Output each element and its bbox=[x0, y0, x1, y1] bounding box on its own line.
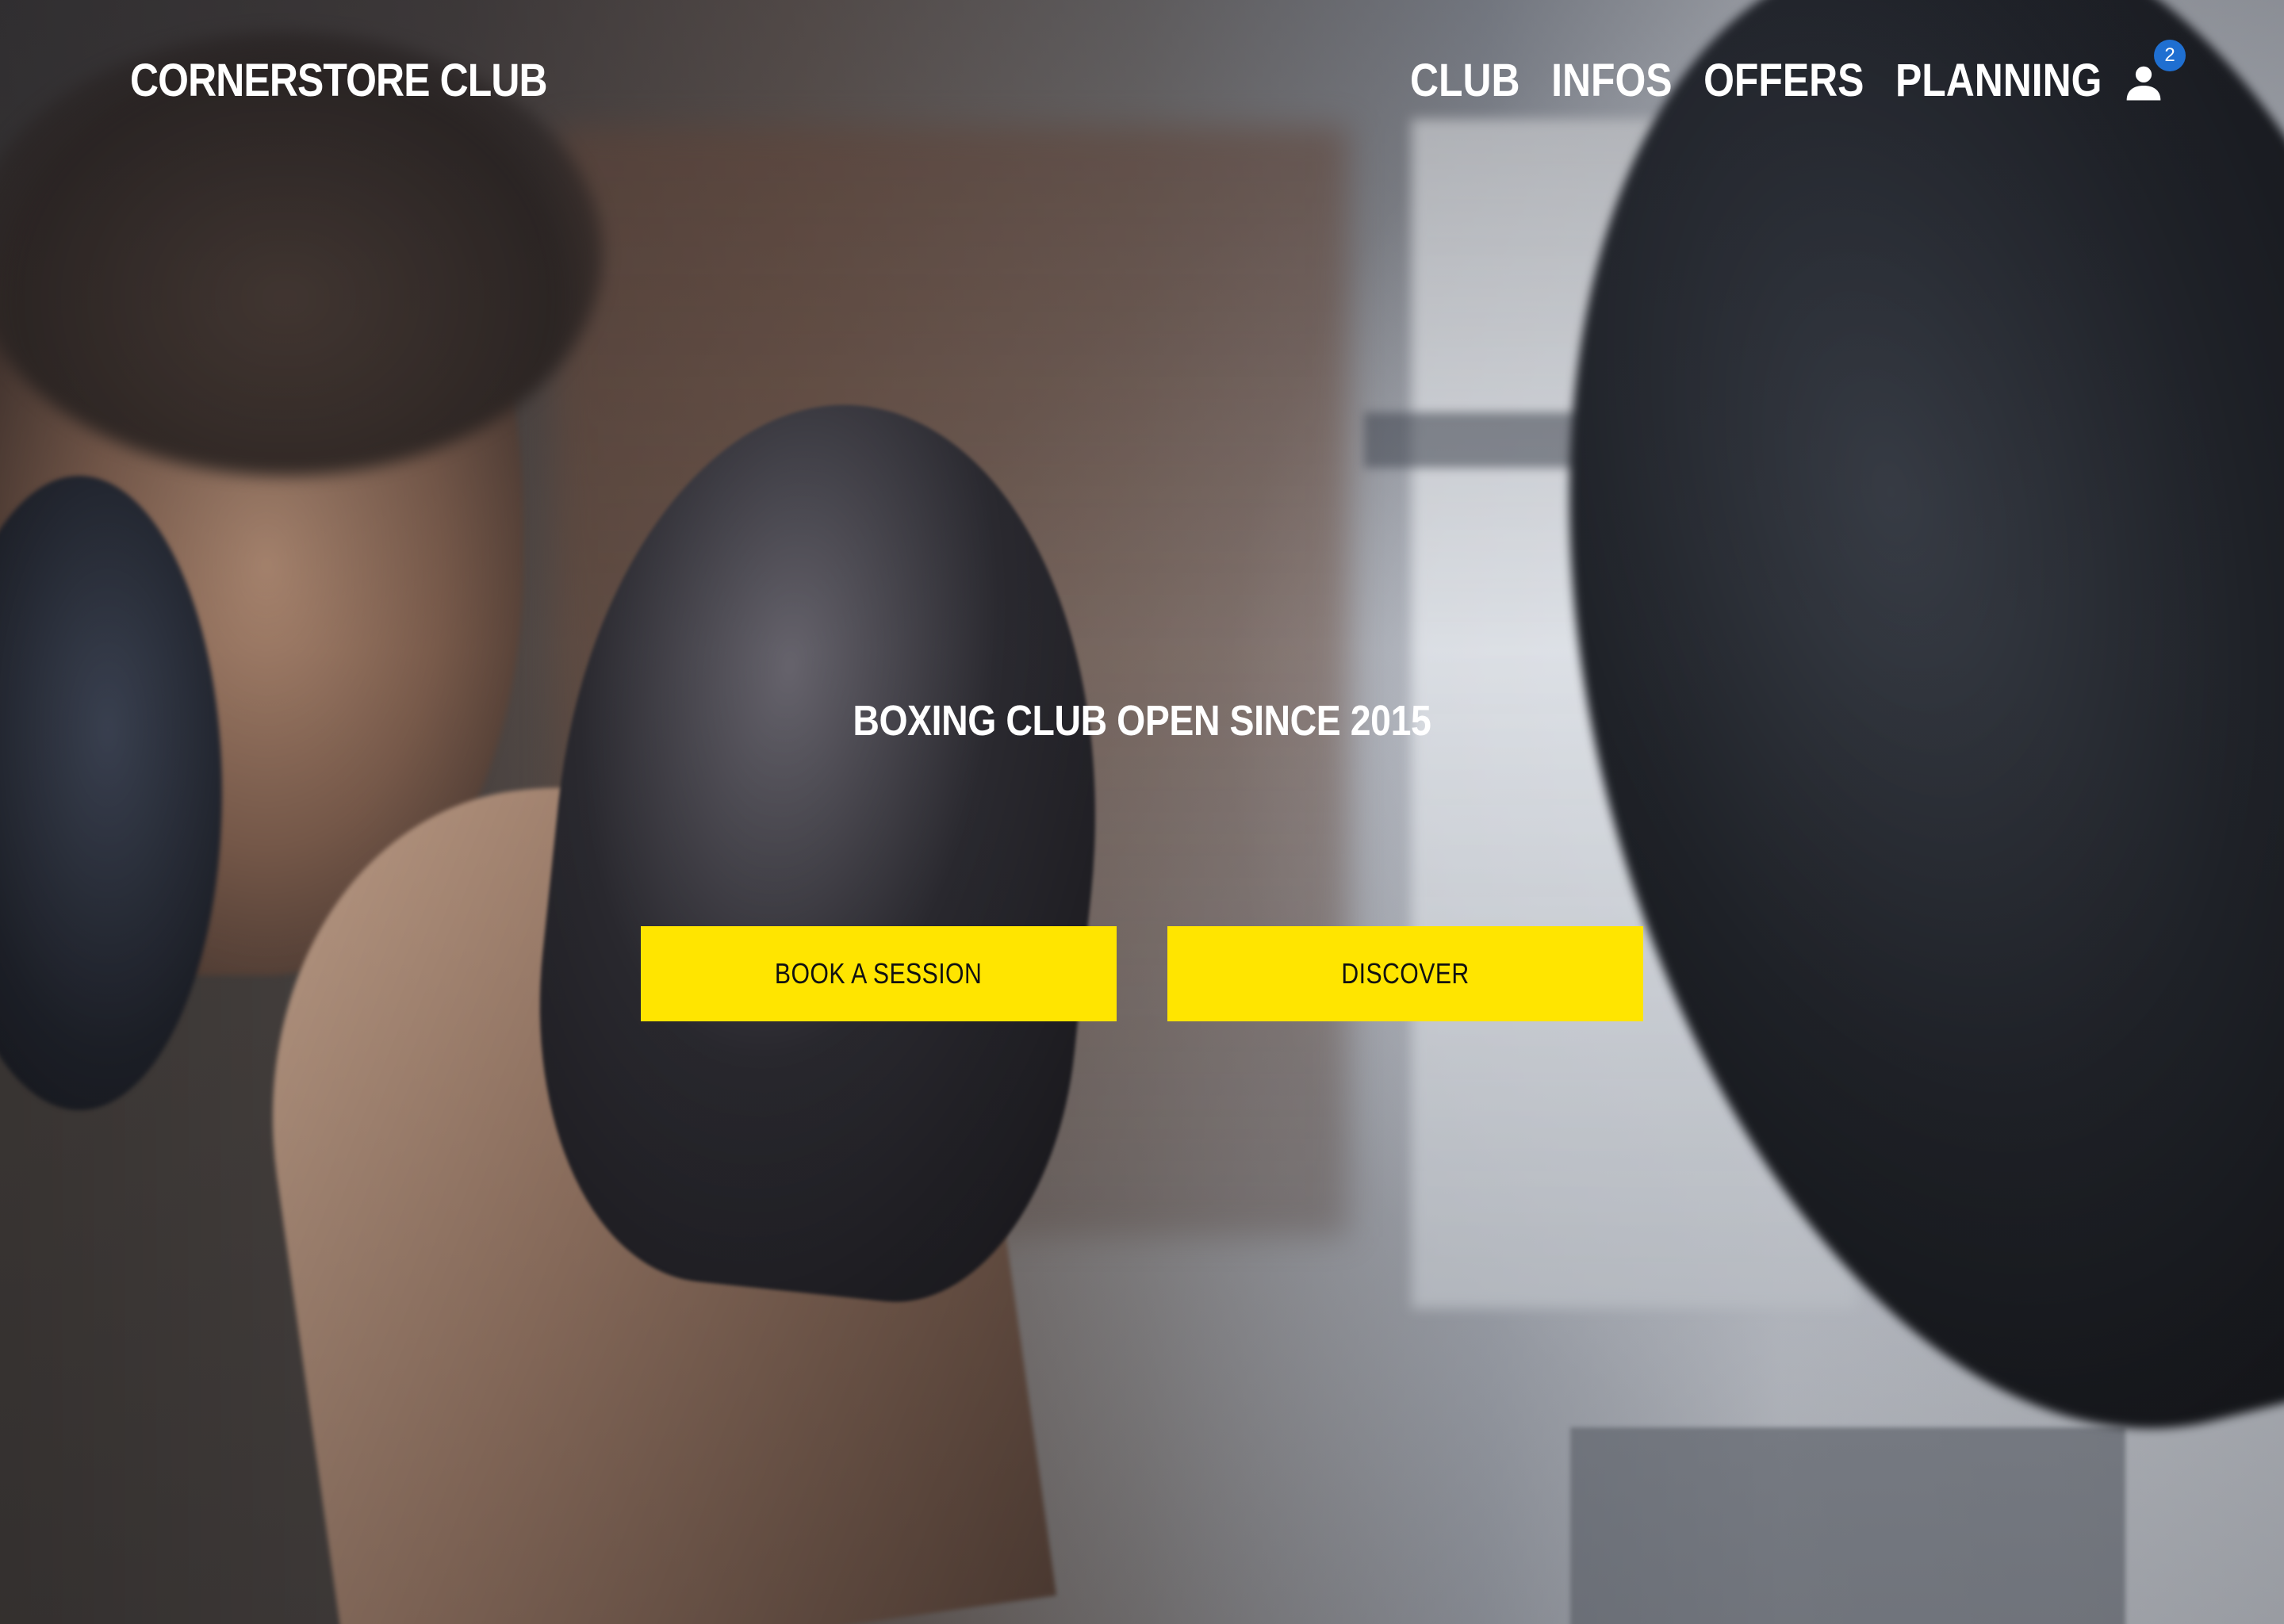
notification-badge: 2 bbox=[2154, 40, 2186, 71]
site-logo[interactable]: CORNERSTORE CLUB bbox=[130, 54, 548, 107]
nav-link-infos[interactable]: INFOS bbox=[1551, 54, 1672, 107]
hero-background-image bbox=[0, 0, 2284, 1624]
hero-title: BOXING CLUB OPEN SINCE 2015 bbox=[0, 696, 2284, 745]
main-nav: CLUB INFOS OFFERS PLANNING bbox=[1410, 54, 2102, 107]
discover-label: DISCOVER bbox=[1341, 957, 1470, 990]
hero-overlay bbox=[0, 0, 2284, 1624]
nav-link-planning[interactable]: PLANNING bbox=[1895, 54, 2102, 107]
nav-link-offers[interactable]: OFFERS bbox=[1703, 54, 1864, 107]
book-session-label: BOOK A SESSION bbox=[775, 957, 983, 990]
site-header: CORNERSTORE CLUB CLUB INFOS OFFERS PLANN… bbox=[0, 0, 2284, 167]
book-session-button[interactable]: BOOK A SESSION bbox=[641, 926, 1117, 1021]
discover-button[interactable]: DISCOVER bbox=[1167, 926, 1643, 1021]
nav-link-club[interactable]: CLUB bbox=[1410, 54, 1520, 107]
hero-title-text: BOXING CLUB OPEN SINCE 2015 bbox=[853, 697, 1431, 745]
